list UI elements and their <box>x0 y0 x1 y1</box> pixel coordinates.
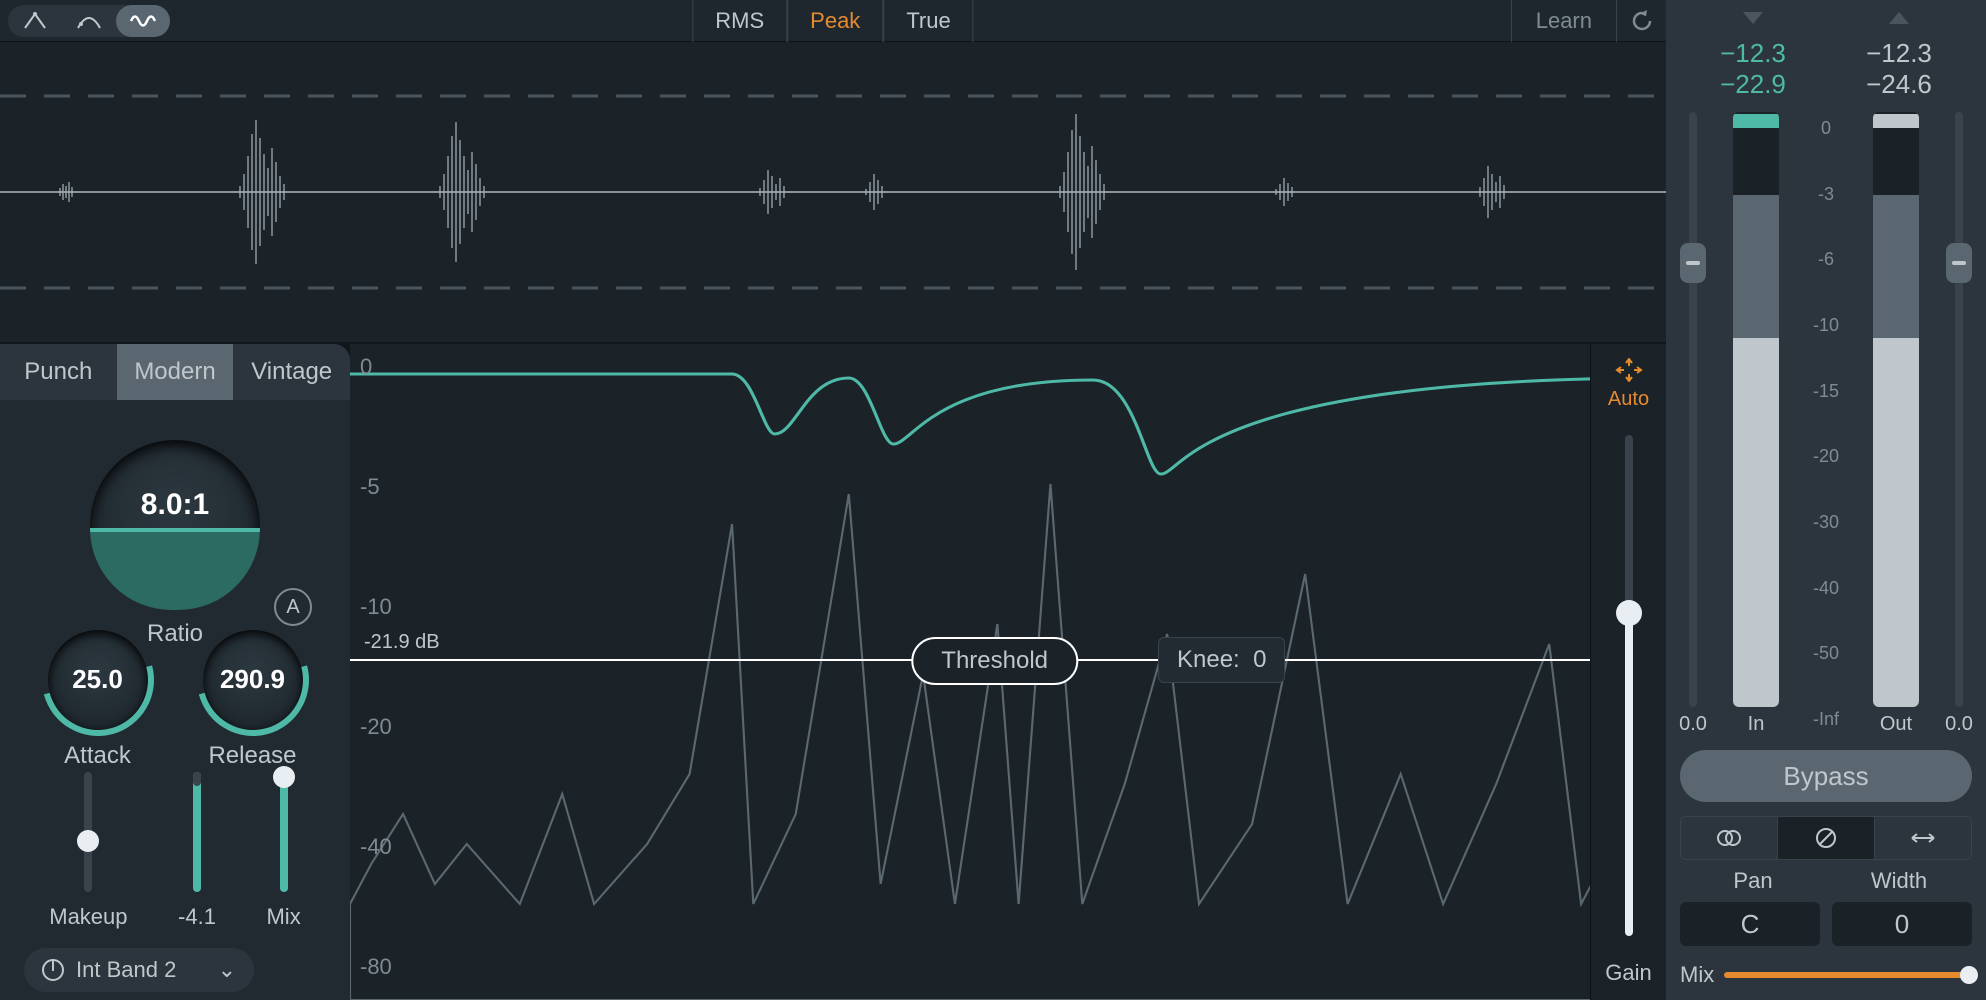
phase-invert-icon[interactable] <box>1778 817 1875 859</box>
out-peak-readout: −12.3 <box>1866 38 1932 69</box>
threshold-db-readout: -21.9 dB <box>364 631 440 654</box>
output-mix-slider[interactable] <box>1724 972 1972 978</box>
style-tabs: Punch Modern Vintage <box>0 344 350 400</box>
band-selector[interactable]: Int Band 2 ⌄ <box>24 948 254 992</box>
bypass-button[interactable]: Bypass <box>1680 750 1972 802</box>
stereo-link-icon[interactable] <box>1681 817 1778 859</box>
waveform-display <box>0 42 1666 342</box>
output-meter-panel: −12.3 −22.9 −12.3 −24.6 0.0 In 0-3-6-10-… <box>1666 0 1986 1000</box>
view-mode-curve[interactable] <box>62 5 116 37</box>
learn-button[interactable]: Learn <box>1511 0 1616 42</box>
out-trim-slider[interactable]: 0.0 <box>1946 112 1972 736</box>
out-rms-readout: −24.6 <box>1866 69 1932 100</box>
band-name: Int Band 2 <box>76 957 176 983</box>
threshold-pill[interactable]: Threshold <box>911 637 1078 685</box>
attack-label: Attack <box>48 742 148 770</box>
style-tab-punch[interactable]: Punch <box>0 344 117 400</box>
in-rms-readout: −22.9 <box>1720 69 1786 100</box>
mix-slider[interactable]: Mix <box>266 772 300 930</box>
gain-panel: Auto Gain <box>1590 344 1666 1000</box>
in-peak-readout: −12.3 <box>1720 38 1786 69</box>
release-knob[interactable]: 290.9 Release <box>203 630 303 770</box>
makeup-label: Makeup <box>49 904 127 930</box>
detection-tabs: RMS Peak True <box>692 0 973 42</box>
mix-label: Mix <box>266 904 300 930</box>
width-label: Width <box>1826 868 1972 894</box>
in-arrow-icon <box>1743 12 1763 24</box>
auto-release-toggle[interactable]: A <box>274 588 312 626</box>
out-meter: Out <box>1854 112 1938 736</box>
pan-label: Pan <box>1680 868 1826 894</box>
pan-value[interactable]: C <box>1680 902 1820 946</box>
swap-channels-icon[interactable] <box>1875 817 1971 859</box>
gr-label: -4.1 <box>178 904 216 930</box>
ratio-value: 8.0:1 <box>90 488 260 522</box>
chevron-down-icon: ⌄ <box>218 957 236 983</box>
gain-slider[interactable] <box>1625 435 1633 936</box>
detect-tab-rms[interactable]: RMS <box>692 0 787 42</box>
in-trim-slider[interactable]: 0.0 <box>1680 112 1706 736</box>
in-meter: In <box>1714 112 1798 736</box>
detect-tab-peak[interactable]: Peak <box>787 0 883 42</box>
reset-button[interactable] <box>1616 0 1666 42</box>
stereo-mode-segmented[interactable] <box>1680 816 1972 860</box>
release-value: 290.9 <box>203 664 303 695</box>
knee-box[interactable]: Knee: 0 <box>1158 637 1285 683</box>
gain-label: Gain <box>1605 960 1651 986</box>
makeup-slider[interactable]: Makeup <box>49 772 127 930</box>
detect-tab-true[interactable]: True <box>883 0 973 42</box>
output-mix-label: Mix <box>1680 962 1714 988</box>
controls-panel: 8.0:1 Ratio A 25.0 Attack 290.9 Release … <box>0 400 350 1000</box>
power-icon <box>42 959 64 981</box>
attack-knob[interactable]: 25.0 Attack <box>48 630 148 770</box>
auto-gain-button[interactable]: Auto <box>1608 358 1649 411</box>
ratio-knob[interactable]: 8.0:1 Ratio <box>90 440 260 648</box>
view-mode-waveform[interactable] <box>116 5 170 37</box>
style-tab-modern[interactable]: Modern <box>117 344 234 400</box>
y-axis-labels: 0 -5 -10 -20 -40 -80 <box>360 344 392 1000</box>
width-value[interactable]: 0 <box>1832 902 1972 946</box>
top-toolbar: RMS Peak True Learn <box>0 0 1666 42</box>
gr-slider[interactable]: -4.1 <box>178 772 216 930</box>
db-scale: 0-3-6-10-15-20-30-40-50-Inf <box>1806 112 1846 736</box>
view-mode-group <box>8 5 170 37</box>
out-arrow-icon <box>1889 12 1909 24</box>
attack-value: 25.0 <box>48 664 148 695</box>
gain-reduction-graph[interactable]: 0 -5 -10 -20 -40 -80 -21.9 dB Threshold … <box>350 344 1666 1000</box>
style-tab-vintage[interactable]: Vintage <box>233 344 350 400</box>
view-mode-gainreduction[interactable] <box>8 5 62 37</box>
